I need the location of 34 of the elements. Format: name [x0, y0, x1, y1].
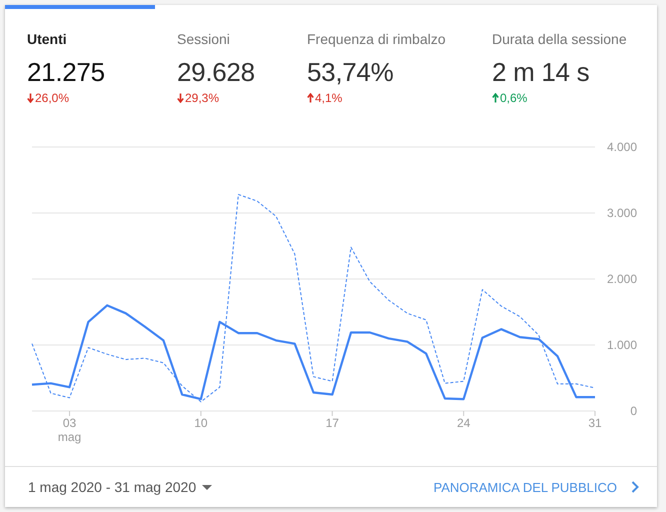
axis-title: mag [58, 430, 82, 444]
arrow-down-icon [27, 93, 34, 103]
caret-icon [202, 484, 212, 490]
metric-title: Utenti [27, 31, 67, 47]
metric-tab[interactable]: Durata della sessione 2 m 14 s 0,6% [470, 5, 657, 117]
axis-label: 24 [456, 416, 470, 430]
metric-value: 29.628 [177, 57, 255, 88]
metric-title: Durata della sessione [492, 31, 627, 47]
metric-value: 21.275 [27, 57, 105, 88]
axis-label: 31 [588, 416, 602, 430]
axis-label: 0 [630, 404, 637, 418]
arrow-up-icon [492, 93, 499, 103]
metric-title: Sessioni [177, 31, 230, 47]
change-percentage: 4,1% [315, 91, 342, 105]
metric-value: 53,74% [307, 57, 394, 88]
change-percentage: 29,3% [185, 91, 220, 105]
arrow-down-icon [177, 93, 184, 103]
metric-tab[interactable]: Frequenza di rimbalzo 53,74% 4,1% [285, 5, 470, 117]
axis-label: 2.000 [606, 272, 637, 286]
metric-tab[interactable]: Utenti 21.275 26,0% [5, 5, 155, 117]
change-percentage: 0,6% [500, 91, 528, 105]
axis-label: 3.000 [606, 206, 637, 220]
metric-title: Frequenza di rimbalzo [307, 31, 446, 47]
axis-label: 4.000 [606, 140, 637, 154]
metric-tab[interactable]: Sessioni 29.628 29,3% [155, 5, 285, 117]
chevron-right-icon [631, 481, 639, 493]
metric-value: 2 m 14 s [492, 57, 590, 88]
axis-label: 1.000 [606, 338, 637, 352]
axis-label: 10 [194, 416, 208, 430]
axis-label: 17 [326, 416, 339, 430]
axis-label: 03 [62, 416, 76, 430]
arrow-up-icon [307, 93, 314, 103]
change-percentage: 26,0% [35, 91, 70, 105]
date-range-dropdown[interactable]: 1 mag 2020 - 31 mag 2020 [28, 479, 212, 495]
